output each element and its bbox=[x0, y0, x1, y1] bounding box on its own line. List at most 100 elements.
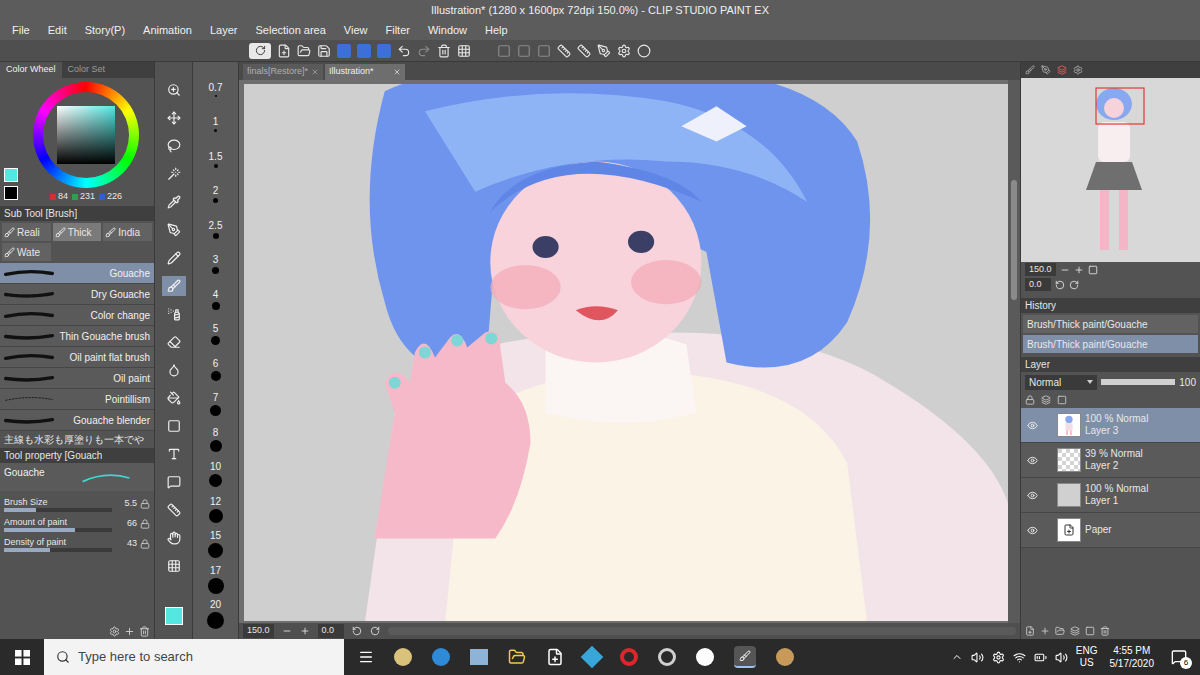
scroll-thumb[interactable] bbox=[1011, 180, 1017, 300]
tool-button[interactable] bbox=[162, 136, 186, 156]
zoom-in-icon[interactable] bbox=[300, 626, 310, 636]
layer-row[interactable]: Paper bbox=[1021, 513, 1200, 548]
network-app-icon[interactable] bbox=[992, 651, 1005, 664]
blend-mode-select[interactable]: Normal bbox=[1025, 375, 1097, 390]
brush-size-item[interactable]: 1.5 bbox=[193, 142, 238, 177]
brush-size-item[interactable]: 10 bbox=[193, 457, 238, 492]
new-vector-icon[interactable] bbox=[1040, 626, 1050, 636]
tool-button[interactable] bbox=[162, 220, 186, 240]
brush-size-item[interactable]: 0.7 bbox=[193, 72, 238, 107]
clip-studio-icon[interactable] bbox=[249, 43, 271, 59]
task-view-icon[interactable] bbox=[358, 649, 374, 665]
menu-item[interactable]: Layer bbox=[210, 22, 238, 39]
brush-size-item[interactable]: 12 bbox=[193, 492, 238, 527]
open-icon[interactable] bbox=[297, 44, 311, 58]
tool-button[interactable] bbox=[162, 416, 186, 436]
rotate-left-icon[interactable] bbox=[352, 626, 362, 636]
brush-size-item[interactable]: 5 bbox=[193, 317, 238, 352]
save-icon[interactable] bbox=[317, 44, 331, 58]
navigator-icon[interactable] bbox=[1057, 65, 1067, 75]
property-slider[interactable] bbox=[4, 508, 112, 512]
canvas-tab[interactable]: finals[Restore]* bbox=[243, 64, 323, 80]
redo-icon[interactable] bbox=[417, 44, 431, 58]
brush-item[interactable]: Gouache bbox=[0, 263, 154, 284]
notification-center[interactable]: 6 bbox=[1166, 645, 1192, 669]
pressure-icon[interactable] bbox=[140, 499, 150, 509]
snap-grid-icon[interactable] bbox=[597, 44, 611, 58]
selection-icon[interactable] bbox=[497, 44, 511, 58]
wattpad-icon[interactable] bbox=[696, 648, 714, 666]
canvas-angle[interactable]: 0.0 bbox=[318, 624, 344, 638]
color-tab[interactable]: Color Wheel bbox=[0, 62, 62, 78]
clear-icon[interactable] bbox=[437, 44, 451, 58]
add-icon[interactable] bbox=[124, 626, 135, 637]
color-tab[interactable]: Color Set bbox=[62, 62, 112, 78]
close-tab-icon[interactable] bbox=[311, 68, 319, 76]
menu-item[interactable]: File bbox=[12, 22, 30, 39]
menu-item[interactable]: Edit bbox=[48, 22, 67, 39]
tool-button[interactable] bbox=[162, 388, 186, 408]
speaker-icon[interactable] bbox=[1055, 651, 1068, 664]
brush-size-item[interactable]: 2.5 bbox=[193, 212, 238, 247]
tool-button[interactable] bbox=[162, 360, 186, 380]
visibility-icon[interactable] bbox=[1027, 420, 1038, 431]
brush-item[interactable]: Thin Gouache brush bbox=[0, 326, 154, 347]
navigator-angle[interactable]: 0.0 bbox=[1025, 278, 1051, 292]
main-color-swatch[interactable] bbox=[4, 168, 18, 182]
opacity-value[interactable]: 100 bbox=[1179, 375, 1196, 390]
tool-button[interactable] bbox=[162, 192, 186, 212]
layer-row[interactable]: 39 % NormalLayer 2 bbox=[1021, 443, 1200, 478]
language-indicator[interactable]: ENGUS bbox=[1076, 645, 1098, 669]
snap-special-icon[interactable] bbox=[577, 44, 591, 58]
clip-icon[interactable] bbox=[1041, 395, 1051, 405]
photos-icon[interactable] bbox=[470, 649, 488, 665]
tool-button[interactable] bbox=[162, 332, 186, 352]
navigator-preview[interactable] bbox=[1021, 78, 1200, 262]
brush-size-item[interactable]: 2 bbox=[193, 177, 238, 212]
brush-size-item[interactable]: 7 bbox=[193, 387, 238, 422]
clip-studio-icon[interactable] bbox=[658, 648, 676, 666]
material-icon[interactable] bbox=[1041, 65, 1051, 75]
snap-ruler-icon[interactable] bbox=[557, 44, 571, 58]
navigator-zoom[interactable]: 150.0 bbox=[1025, 263, 1056, 277]
tray-arrow-icon[interactable] bbox=[951, 651, 963, 663]
settings-icon[interactable] bbox=[109, 626, 120, 637]
color-square[interactable] bbox=[57, 106, 115, 164]
canvas-tab[interactable]: Illustration* bbox=[325, 64, 405, 80]
sub-tool-group[interactable]: Wate bbox=[2, 243, 51, 261]
file-explorer-icon[interactable] bbox=[508, 648, 526, 666]
pressure-icon[interactable] bbox=[140, 519, 150, 529]
new-folder-icon[interactable] bbox=[1055, 626, 1065, 636]
menu-item[interactable]: Story(P) bbox=[85, 22, 125, 39]
brush-size-item[interactable]: 1 bbox=[193, 107, 238, 142]
artwork[interactable] bbox=[244, 84, 1008, 621]
export-psd-icon[interactable] bbox=[377, 44, 391, 58]
delete-icon[interactable] bbox=[139, 626, 150, 637]
new-layer-icon[interactable] bbox=[1025, 626, 1035, 636]
rotate-left-icon[interactable] bbox=[1055, 280, 1065, 290]
menu-item[interactable]: View bbox=[344, 22, 368, 39]
property-value[interactable]: 43 bbox=[115, 537, 137, 551]
brush-item[interactable]: Oil paint flat brush bbox=[0, 347, 154, 368]
tool-button[interactable] bbox=[162, 528, 186, 548]
fill-icon[interactable] bbox=[457, 44, 471, 58]
lock-icon[interactable] bbox=[1025, 395, 1035, 405]
color-wheel[interactable] bbox=[33, 82, 139, 188]
brush-item[interactable]: Gouache blender bbox=[0, 410, 154, 431]
reference-icon[interactable] bbox=[1057, 395, 1067, 405]
pressure-icon[interactable] bbox=[140, 539, 150, 549]
sub-tool-group[interactable]: Thick bbox=[53, 223, 102, 241]
history-item[interactable]: Brush/Thick paint/Gouache bbox=[1023, 335, 1198, 353]
brush-item[interactable]: Color change bbox=[0, 305, 154, 326]
visibility-icon[interactable] bbox=[1027, 490, 1038, 501]
opera-icon[interactable] bbox=[620, 648, 638, 666]
tool-button[interactable] bbox=[162, 164, 186, 184]
info-icon[interactable] bbox=[1073, 65, 1083, 75]
menu-item[interactable]: Filter bbox=[385, 22, 409, 39]
brush-size-item[interactable]: 6 bbox=[193, 352, 238, 387]
brush-size-item[interactable]: 15 bbox=[193, 527, 238, 562]
zoom-in-icon[interactable] bbox=[1074, 265, 1084, 275]
tool-button[interactable] bbox=[162, 304, 186, 324]
undo-icon[interactable] bbox=[397, 44, 411, 58]
mask-icon[interactable] bbox=[1085, 626, 1095, 636]
